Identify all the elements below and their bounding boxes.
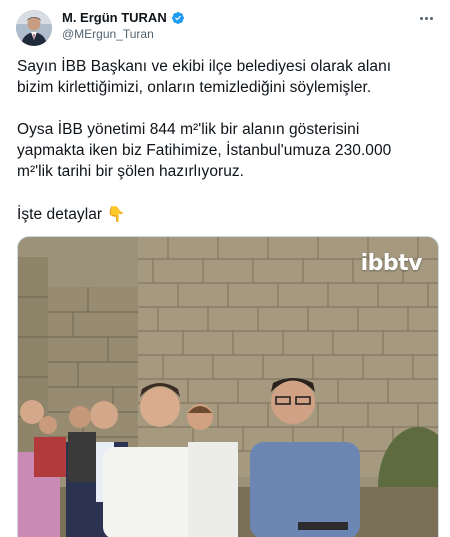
verified-badge-icon (171, 12, 184, 24)
tweet-paragraph-3: İşte detaylar 👇 (17, 204, 437, 225)
pointing-down-emoji: 👇 (106, 206, 126, 223)
author-avatar[interactable] (16, 10, 52, 46)
tweet-line: Sayın İBB Başkanı ve ekibi ilçe belediye… (17, 58, 392, 75)
tweet-line: İşte detaylar (17, 206, 103, 223)
tweet-line: yapmakta iken biz Fatihimize, İstanbul'u… (17, 142, 392, 159)
author-name-row[interactable]: M. Ergün TURAN (62, 10, 185, 26)
tweet-media-video[interactable]: ibbtv (17, 236, 439, 537)
more-options-icon[interactable] (416, 10, 436, 26)
tweet-line: Oysa İBB yönetimi 844 m²'lik bir alanın … (17, 121, 360, 138)
video-frame-image (18, 237, 438, 537)
tweet-paragraph-2: Oysa İBB yönetimi 844 m²'lik bir alanın … (17, 119, 437, 182)
tweet-card: M. Ergün TURAN @MErgun_Turan Sayın İBB B… (0, 0, 450, 537)
tweet-paragraph-1: Sayın İBB Başkanı ve ekibi ilçe belediye… (17, 56, 437, 98)
tweet-line: bizim kirlettiğimizi, onların temizlediğ… (17, 79, 372, 96)
author-handle[interactable]: @MErgun_Turan (62, 27, 154, 42)
tweet-line: m²'lik tarihi bir şölen hazırlıyoruz. (17, 163, 245, 180)
avatar-photo-icon (16, 10, 52, 46)
author-display-name[interactable]: M. Ergün TURAN (62, 10, 167, 26)
ibbtv-watermark: ibbtv (360, 251, 423, 276)
